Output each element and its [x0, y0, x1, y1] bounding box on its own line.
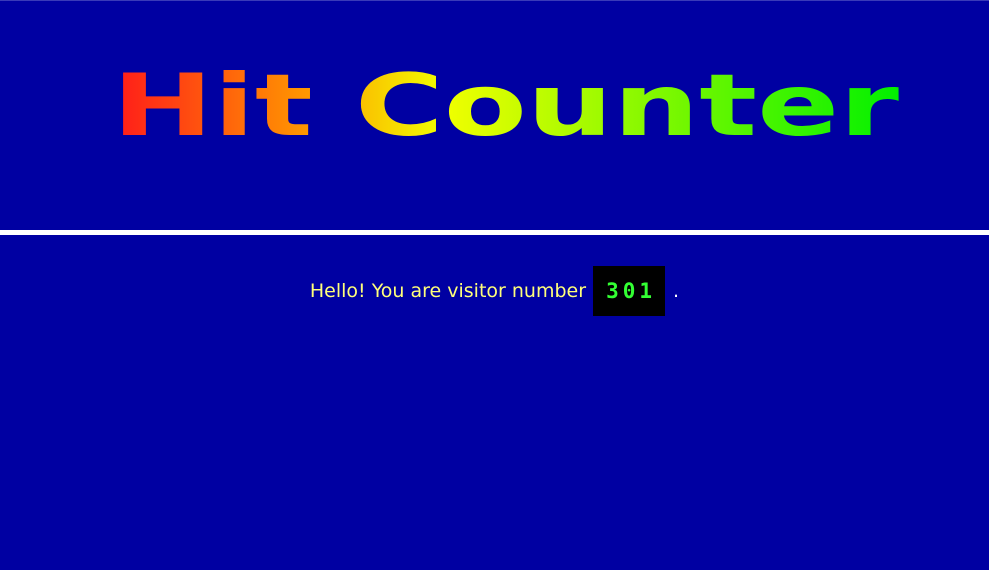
divider	[0, 230, 989, 235]
visitor-message-text: Hello! You are visitor number	[309, 280, 587, 302]
visitor-message: Hello! You are visitor number 301 .	[0, 266, 989, 316]
page-title: Hit Counter	[112, 56, 900, 156]
hit-counter-display: 301	[593, 266, 666, 316]
header: Hit Counter	[0, 1, 989, 230]
message-period: .	[673, 280, 680, 302]
page: Hit Counter Hello! You are visitor numbe…	[0, 0, 989, 570]
page-title-text: Hit Counter	[112, 56, 900, 156]
